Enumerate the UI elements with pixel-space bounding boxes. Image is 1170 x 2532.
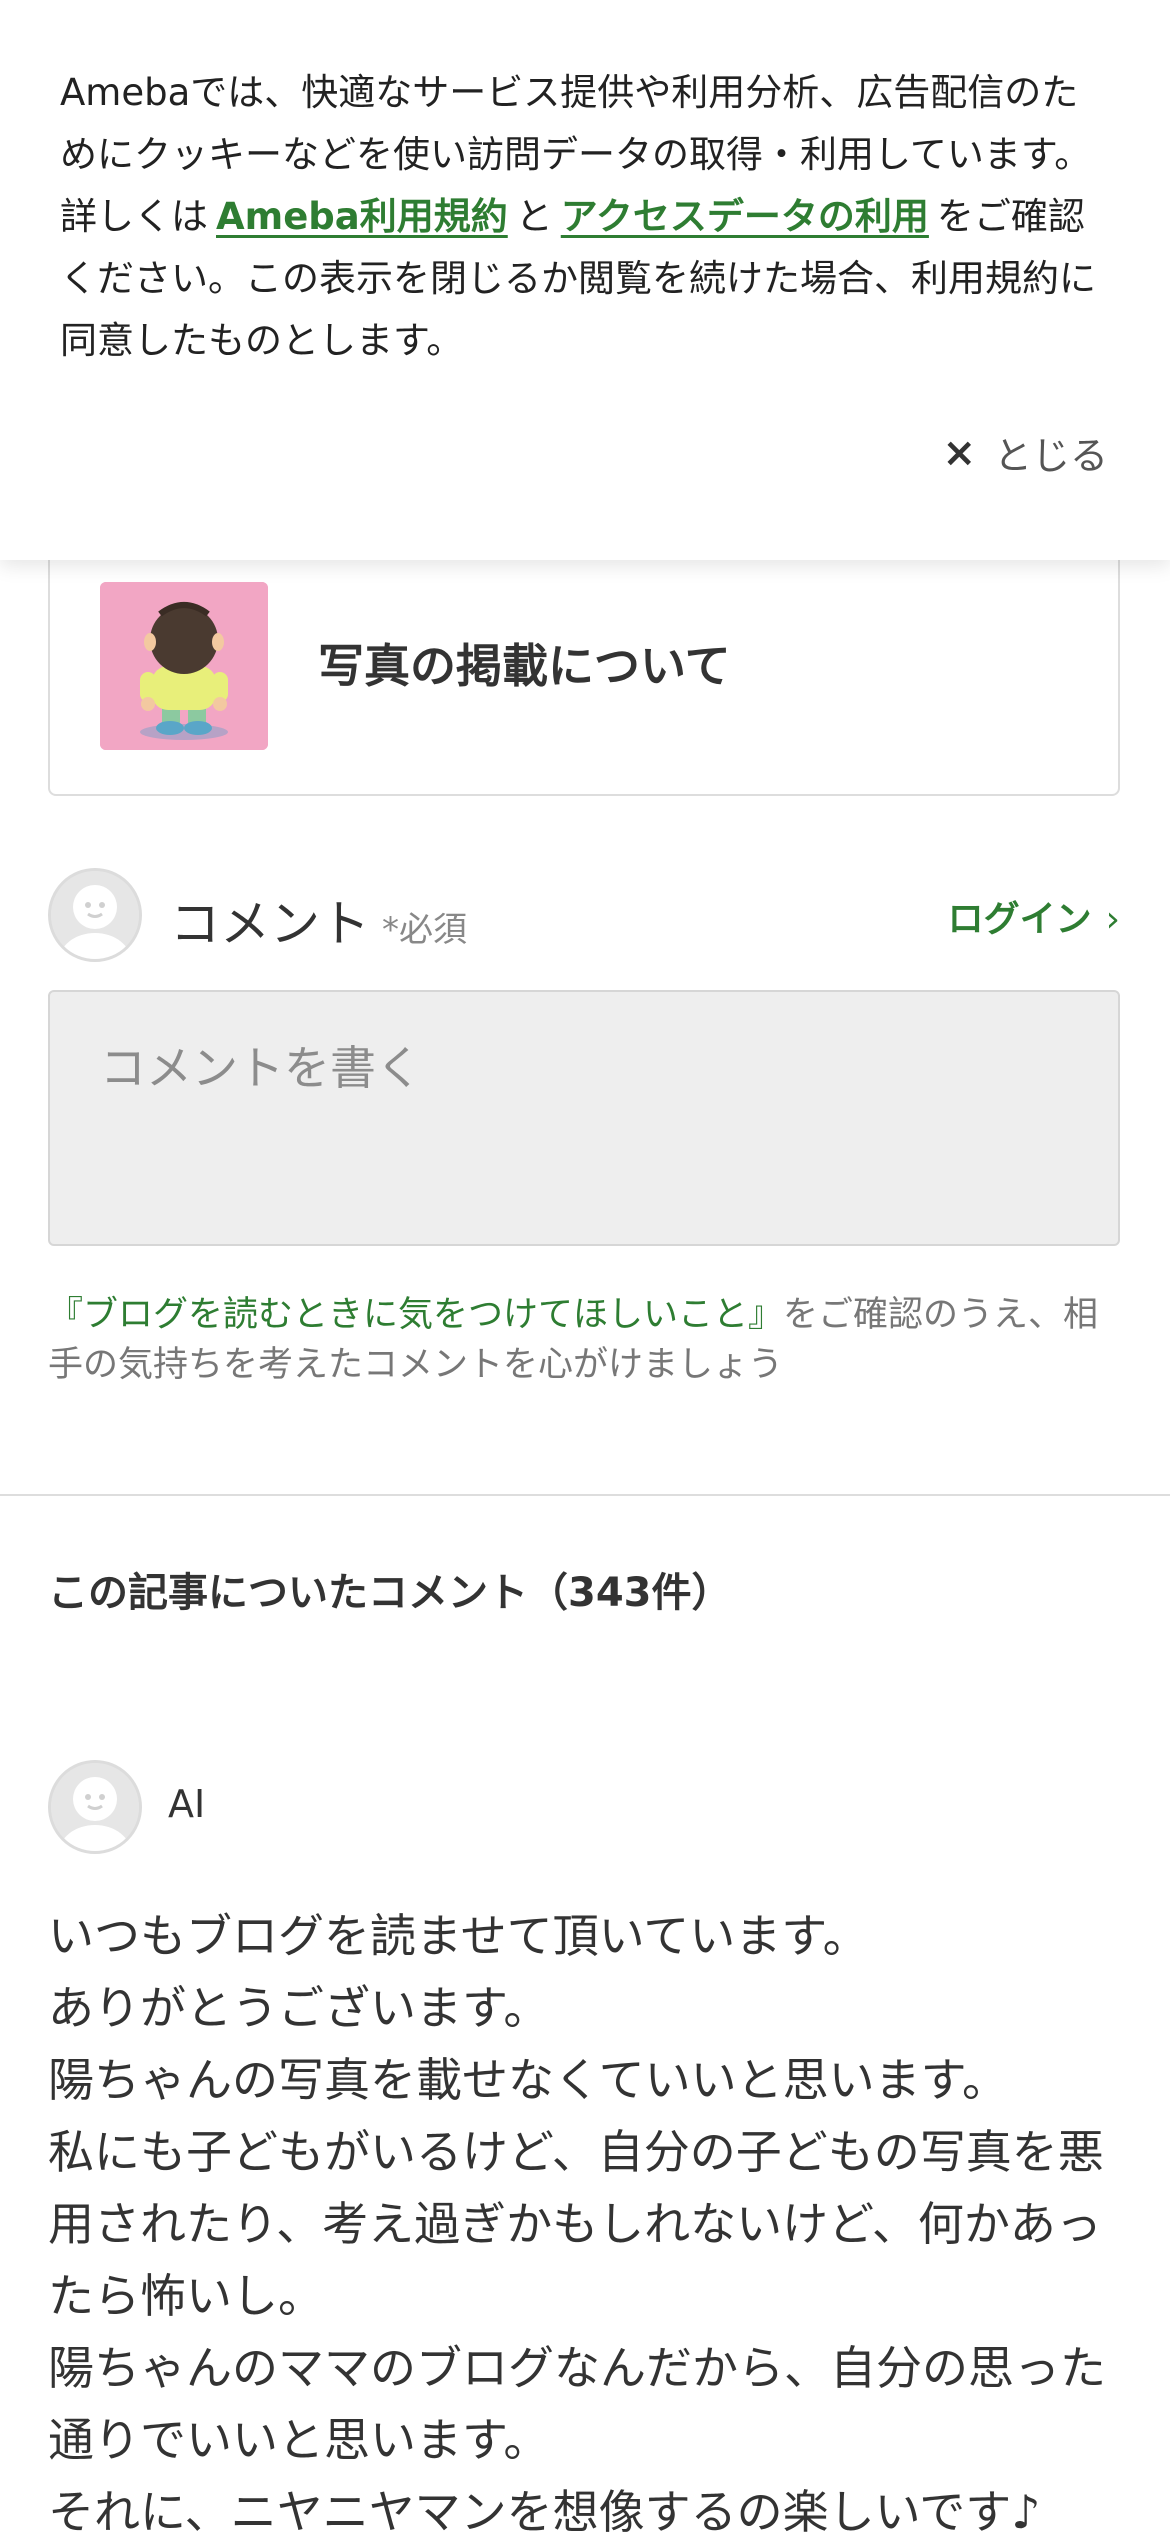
close-button[interactable]: × とじる	[942, 425, 1108, 480]
comment-body: いつもブログを読ませて頂いています。 ありがとうございます。 陽ちゃんの写真を載…	[48, 1909, 1106, 2532]
chevron-right-icon: ›	[1105, 899, 1120, 940]
guideline-link[interactable]: 『ブログを読むときに気をつけてほしいこと』	[48, 1295, 783, 1335]
article-title: 写真の掲載について	[318, 639, 731, 693]
comment-input[interactable]	[48, 990, 1120, 1246]
comments-section-title: この記事についたコメント（343件）	[48, 1570, 732, 1616]
comment-guideline-notice: 『ブログを読むときに気をつけてほしいこと』をご確認のうえ、相手の気持ちを考えたコ…	[48, 1290, 1128, 1390]
default-avatar-icon	[51, 871, 139, 959]
close-icon: ×	[942, 429, 976, 476]
section-divider	[0, 1494, 1170, 1496]
required-marker: *必須	[382, 910, 467, 950]
child-illustration-icon	[100, 582, 268, 750]
avatar	[48, 868, 142, 962]
article-thumbnail	[100, 582, 268, 750]
page: Amebaでは、快適なサービス提供や利用分析、広告配信のためにクッキーなどを使い…	[0, 0, 1170, 2532]
cookie-message: Amebaでは、快適なサービス提供や利用分析、広告配信のためにクッキーなどを使い…	[60, 62, 1110, 372]
comment-label: コメント	[170, 895, 370, 953]
terms-link[interactable]: Ameba利用規約	[208, 195, 516, 238]
access-data-link[interactable]: アクセスデータの利用	[553, 195, 937, 238]
cookie-text-and: と	[515, 195, 553, 238]
cookie-banner: Amebaでは、快適なサービス提供や利用分析、広告配信のためにクッキーなどを使い…	[0, 0, 1170, 560]
default-avatar-icon	[51, 1763, 139, 1851]
related-article-card[interactable]: 写真の掲載について	[48, 520, 1120, 796]
avatar	[48, 1760, 142, 1854]
login-link[interactable]: ログイン ›	[948, 890, 1120, 942]
close-label: とじる	[993, 434, 1108, 478]
login-label: ログイン	[947, 899, 1092, 940]
comment-author-name[interactable]: AI	[168, 1782, 205, 1826]
comment-form-header: コメント *必須 ログイン ›	[48, 868, 1120, 968]
